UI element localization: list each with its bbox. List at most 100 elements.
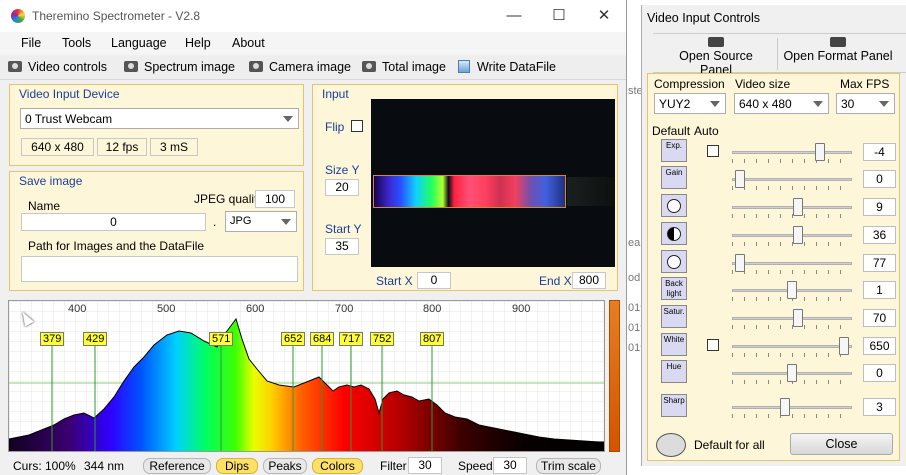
- total-image-button[interactable]: Total image: [362, 60, 446, 74]
- slider-thumb[interactable]: [735, 254, 745, 272]
- peaks-button[interactable]: Peaks: [263, 458, 307, 474]
- saturation-slider[interactable]: [732, 309, 852, 329]
- peak-label: 379: [40, 332, 65, 346]
- slider-ticks: [732, 414, 852, 418]
- video-controls-button[interactable]: Video controls: [8, 60, 107, 74]
- slider-thumb[interactable]: [793, 226, 803, 244]
- peak-label: 752: [370, 332, 395, 346]
- spectrum-image-label: Spectrum image: [144, 60, 236, 74]
- controls-panel: Compression Video size Max FPS YUY2 640 …: [647, 73, 900, 461]
- trim-scale-button[interactable]: Trim scale: [536, 458, 601, 474]
- reference-button[interactable]: Reference: [143, 458, 211, 474]
- exposure-auto-checkbox[interactable]: [707, 145, 719, 157]
- close-button[interactable]: Close: [790, 433, 893, 455]
- max-fps-select[interactable]: 30: [836, 93, 895, 114]
- start-y-input[interactable]: 35: [325, 238, 359, 255]
- camera-preview[interactable]: [371, 99, 615, 267]
- peak-label: 429: [83, 332, 108, 346]
- toolbar: Video controls Spectrum image Camera ima…: [0, 56, 626, 80]
- brightness-icon: [667, 199, 681, 213]
- slider-thumb[interactable]: [780, 398, 790, 416]
- open-format-panel-button[interactable]: Open Format Panel: [783, 37, 893, 63]
- backlight-default-button[interactable]: Back light: [661, 277, 687, 300]
- start-x-input[interactable]: 0: [417, 272, 451, 289]
- filter-input[interactable]: 30: [408, 457, 442, 474]
- title-bar: Theremino Spectrometer - V2.8 — ☐ ✕: [0, 0, 626, 32]
- brightness-value[interactable]: 9: [863, 198, 896, 216]
- slider-thumb[interactable]: [815, 143, 825, 161]
- level-bar[interactable]: [609, 300, 620, 452]
- colors-button[interactable]: Colors: [312, 458, 363, 474]
- hue-slider[interactable]: [732, 364, 852, 384]
- gain-slider[interactable]: [732, 170, 852, 190]
- slider-thumb[interactable]: [735, 170, 745, 188]
- maximize-button[interactable]: ☐: [539, 4, 579, 28]
- gamma-value[interactable]: 77: [863, 254, 896, 272]
- white-balance-default-button[interactable]: White: [661, 333, 687, 356]
- write-datafile-button[interactable]: Write DataFile: [458, 60, 556, 74]
- speed-input[interactable]: 30: [493, 457, 527, 474]
- compression-select[interactable]: YUY2: [654, 93, 726, 114]
- white-balance-slider[interactable]: [732, 337, 852, 357]
- open-source-panel-button[interactable]: Open Source Panel: [663, 37, 769, 77]
- background-window: ste ear odi 019 019 019: [627, 60, 646, 475]
- gain-value[interactable]: 0: [863, 170, 896, 188]
- gamma-default-button[interactable]: [661, 250, 687, 273]
- dips-button[interactable]: Dips: [216, 458, 258, 474]
- jpeg-quality-input[interactable]: 100: [255, 190, 295, 208]
- backlight-value[interactable]: 1: [863, 281, 896, 299]
- contrast-value[interactable]: 36: [863, 226, 896, 244]
- brightness-slider[interactable]: [732, 198, 852, 218]
- slider-thumb[interactable]: [787, 364, 797, 382]
- menu-help[interactable]: Help: [185, 36, 211, 50]
- gamma-slider[interactable]: [732, 254, 852, 274]
- camera-icon: [708, 37, 724, 47]
- close-window-button[interactable]: ✕: [584, 4, 624, 28]
- resolution-readout: 640 x 480: [21, 138, 94, 156]
- slider-ticks: [732, 270, 852, 274]
- contrast-slider[interactable]: [732, 226, 852, 246]
- slider-ticks: [732, 242, 852, 246]
- exposure-value[interactable]: -4: [863, 143, 896, 161]
- white-balance-value[interactable]: 650: [863, 337, 896, 355]
- menu-about[interactable]: About: [232, 36, 265, 50]
- saturation-default-button[interactable]: Satur.: [661, 305, 687, 328]
- hue-value[interactable]: 0: [863, 364, 896, 382]
- backlight-slider[interactable]: [732, 281, 852, 301]
- gain-default-button[interactable]: Gain: [661, 166, 687, 189]
- slider-thumb[interactable]: [787, 281, 797, 299]
- name-input[interactable]: 0: [21, 213, 206, 231]
- spectrum-graph[interactable]: 400 500 600 700 800 900 379 429 571 652 …: [8, 300, 605, 452]
- menu-tools[interactable]: Tools: [62, 36, 91, 50]
- exposure-slider[interactable]: [732, 143, 852, 163]
- default-for-all-icon[interactable]: [656, 433, 686, 457]
- slider-thumb[interactable]: [793, 198, 803, 216]
- sharpness-value[interactable]: 3: [863, 398, 896, 416]
- flip-checkbox[interactable]: [351, 120, 363, 132]
- hue-default-button[interactable]: Hue: [661, 360, 687, 383]
- exposure-default-button[interactable]: Exp.: [661, 139, 687, 162]
- slider-thumb[interactable]: [839, 337, 849, 355]
- minimize-button[interactable]: —: [494, 4, 534, 28]
- format-select[interactable]: JPG: [225, 211, 297, 232]
- size-y-input[interactable]: 20: [325, 179, 359, 196]
- slider-track: [732, 178, 852, 181]
- slider-track: [732, 151, 852, 154]
- white-balance-auto-checkbox[interactable]: [707, 339, 719, 351]
- slider-thumb[interactable]: [793, 309, 803, 327]
- device-select[interactable]: 0 Trust Webcam: [20, 108, 299, 129]
- filter-label: Filter: [380, 459, 407, 473]
- camera-image-button[interactable]: Camera image: [249, 60, 351, 74]
- brightness-default-button[interactable]: [661, 194, 687, 217]
- saturation-value[interactable]: 70: [863, 309, 896, 327]
- sharpness-default-button[interactable]: Sharp: [661, 394, 687, 417]
- video-size-select[interactable]: 640 x 480: [734, 93, 829, 114]
- spectrum-image-button[interactable]: Spectrum image: [124, 60, 235, 74]
- menu-file[interactable]: File: [21, 36, 41, 50]
- contrast-default-button[interactable]: [661, 222, 687, 245]
- end-x-input[interactable]: 800: [572, 272, 606, 289]
- window-title: Video Input Controls: [647, 11, 761, 25]
- sharpness-slider[interactable]: [732, 398, 852, 418]
- path-input[interactable]: [21, 256, 298, 282]
- menu-language[interactable]: Language: [111, 36, 167, 50]
